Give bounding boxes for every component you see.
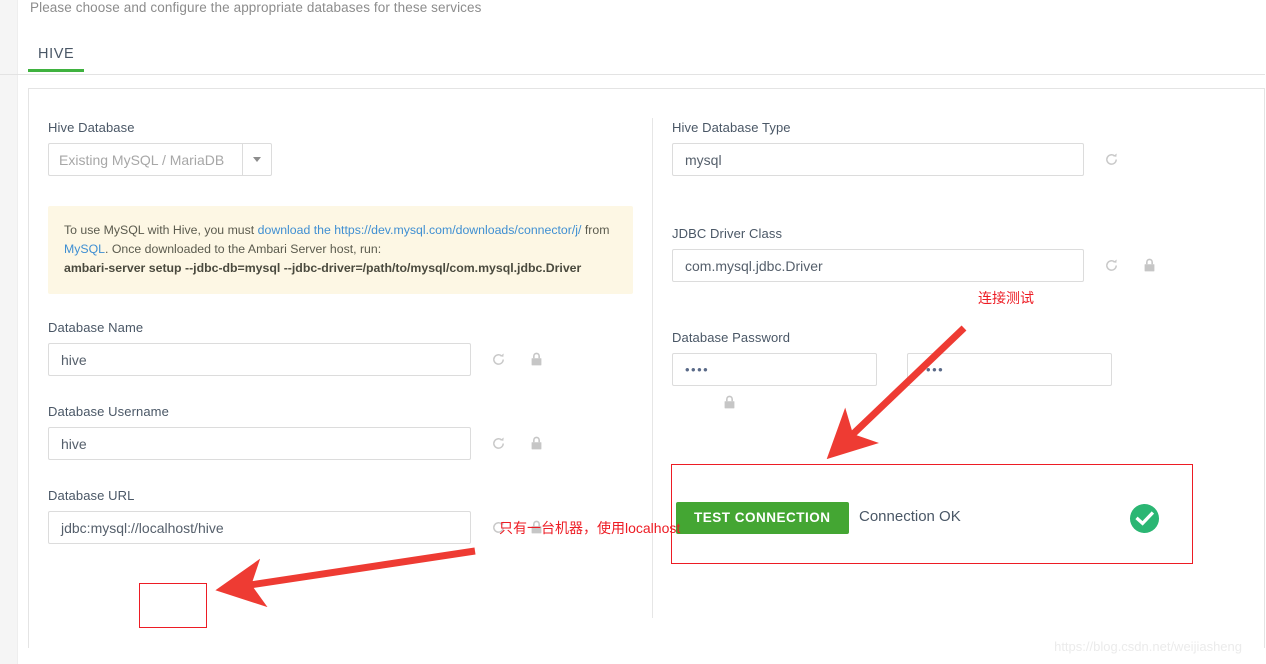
connection-status-text: Connection OK [859, 508, 961, 525]
database-name-label: Database Name [48, 320, 144, 335]
jdbc-driver-class-input[interactable]: com.mysql.jdbc.Driver [672, 249, 1084, 282]
column-divider [652, 118, 653, 618]
refresh-icon[interactable] [1102, 151, 1120, 169]
hive-database-select[interactable]: Existing MySQL / MariaDB [48, 143, 272, 176]
alert-download-link[interactable]: download the https://dev.mysql.com/downl… [258, 223, 582, 237]
database-password-confirm-value: •••• [920, 362, 945, 377]
mysql-setup-alert: To use MySQL with Hive, you must downloa… [48, 206, 633, 294]
database-username-input[interactable]: hive [48, 427, 471, 460]
database-url-label: Database URL [48, 488, 135, 503]
header-divider [0, 74, 1265, 75]
database-url-input[interactable]: jdbc:mysql://localhost/hive [48, 511, 471, 544]
check-circle-icon [1129, 503, 1160, 534]
jdbc-driver-class-label: JDBC Driver Class [672, 226, 783, 241]
lock-icon[interactable] [527, 435, 545, 453]
alert-command: ambari-server setup --jdbc-db=mysql --jd… [64, 261, 582, 275]
database-password-value: •••• [685, 362, 710, 377]
field-database-name: Database Name hive [48, 320, 628, 376]
left-gutter [0, 0, 18, 664]
field-jdbc-driver-class: JDBC Driver Class com.mysql.jdbc.Driver [672, 226, 1232, 282]
left-column: Hive Database Existing MySQL / MariaDB T… [48, 120, 633, 544]
tab-bar: HIVE [28, 44, 1266, 72]
hive-database-type-input[interactable]: mysql [672, 143, 1084, 176]
database-name-input[interactable]: hive [48, 343, 471, 376]
lock-icon[interactable] [527, 351, 545, 369]
panel-right-border [1264, 88, 1265, 648]
right-column: Hive Database Type mysql JDBC Driver Cla… [672, 120, 1232, 416]
hive-database-type-label: Hive Database Type [672, 120, 791, 135]
refresh-icon[interactable] [489, 435, 507, 453]
lock-icon[interactable] [1140, 257, 1158, 275]
refresh-icon[interactable] [1102, 257, 1120, 275]
alert-line1-mid: from [581, 223, 610, 237]
refresh-icon[interactable] [489, 351, 507, 369]
field-hive-database: Hive Database Existing MySQL / MariaDB [48, 120, 628, 176]
annotation-test-connection-cn: 连接测试 [978, 290, 1034, 306]
field-hive-database-type: Hive Database Type mysql [672, 120, 1232, 176]
database-password-input[interactable]: •••• [672, 353, 877, 386]
field-database-password: Database Password •••• •••• [672, 330, 1232, 416]
database-username-label: Database Username [48, 404, 169, 419]
page-hint: Please choose and configure the appropri… [30, 0, 482, 15]
alert-line1-pre: To use MySQL with Hive, you must [64, 223, 258, 237]
hive-database-label: Hive Database [48, 120, 135, 135]
database-password-confirm-input[interactable]: •••• [907, 353, 1112, 386]
chevron-down-icon[interactable] [243, 143, 272, 176]
annotation-localhost-cn: 只有一台机器，使用localhost [499, 520, 681, 536]
tab-hive[interactable]: HIVE [28, 44, 85, 72]
hive-database-select-value[interactable]: Existing MySQL / MariaDB [48, 143, 243, 176]
localhost-highlight-box [139, 583, 207, 628]
database-password-label: Database Password [672, 330, 791, 345]
lock-icon[interactable] [720, 394, 738, 412]
test-connection-button[interactable]: TEST CONNECTION [676, 502, 849, 534]
alert-line1-post: . Once downloaded to the Ambari Server h… [105, 242, 382, 256]
alert-mysql-link[interactable]: MySQL [64, 242, 105, 256]
field-database-username: Database Username hive [48, 404, 628, 460]
watermark: https://blog.csdn.net/weijiasheng [1054, 639, 1242, 654]
